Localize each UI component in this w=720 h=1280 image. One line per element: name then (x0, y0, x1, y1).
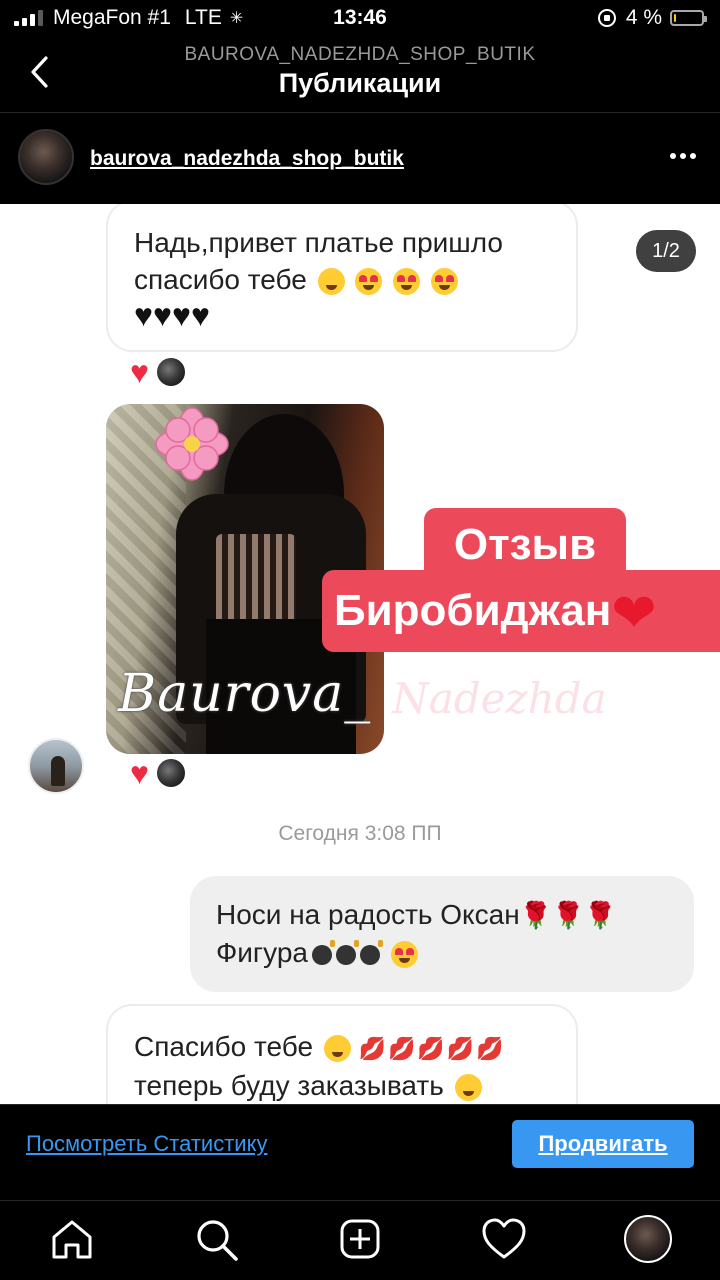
author-avatar[interactable] (18, 129, 74, 185)
message-bubble-outgoing: Носи на радость Оксан🌹🌹🌹 Фигура (190, 876, 694, 992)
heart-eyes-emoji-icon (355, 268, 383, 296)
heart-eyes-emoji-icon (430, 268, 458, 296)
new-post-icon[interactable] (336, 1215, 384, 1263)
carousel-counter: 1/2 (636, 230, 696, 272)
promote-button[interactable]: Продвигать (512, 1120, 694, 1168)
black-heart-emoji-icon: ♥ (153, 297, 172, 333)
reaction-row: ♥ (130, 356, 187, 388)
heart-reaction-icon: ♥ (130, 755, 149, 791)
sender-avatar (28, 738, 84, 794)
account-name-subtitle: BAUROVA_NADEZHDA_SHOP_BUTIK (184, 44, 536, 65)
post-header: baurova_nadezhda_shop_butik (0, 113, 720, 203)
reaction-row: ♥ (130, 757, 187, 789)
status-bar: MegaFon #1 LTE ✳ 13:46 4 % (0, 0, 720, 40)
post-image[interactable]: Надь,привет платье пришло спасибо тебе ♥… (0, 204, 720, 1104)
bomb-emoji-icon (311, 939, 335, 965)
more-options-icon[interactable] (670, 153, 696, 159)
author-username[interactable]: baurova_nadezhda_shop_butik (90, 147, 404, 171)
watermark-text: Baurova_ (118, 664, 372, 724)
search-icon[interactable] (192, 1215, 240, 1263)
battery-icon (670, 10, 707, 26)
message-text: Надь,привет платье пришло спасибо тебе ♥… (134, 227, 503, 333)
battery-percent: 4 % (625, 6, 662, 29)
reactor-avatar (155, 757, 187, 789)
view-insights-link[interactable]: Посмотреть Статистику (26, 1131, 267, 1157)
watermark-text-faded: Nadezhda (392, 674, 607, 723)
bomb-emoji-icon (335, 939, 359, 965)
black-heart-emoji-icon: ♥ (134, 297, 153, 333)
reactor-avatar (155, 356, 187, 388)
message-text: Носи на радость Оксан🌹🌹🌹 Фигура (216, 899, 617, 969)
nav-bar: BAUROVA_NADEZHDA_SHOP_BUTIK Публикации (0, 40, 720, 113)
rotation-lock-icon (597, 9, 616, 27)
heart-eyes-emoji-icon (393, 268, 421, 296)
promo-bar: Посмотреть Статистику Продвигать (0, 1104, 720, 1183)
review-tag: Отзыв (424, 508, 626, 582)
heart-eyes-emoji-icon (390, 941, 418, 969)
black-heart-emoji-icon: ♥ (172, 297, 191, 333)
heart-reaction-icon: ♥ (130, 354, 149, 390)
tab-bar (0, 1201, 720, 1280)
rose-emoji-icon: 🌹 (552, 900, 585, 930)
kiss-mark-emoji-icon: 💋💋💋💋💋 (358, 1036, 506, 1061)
message-timestamp: Сегодня 3:08 ПП (278, 822, 442, 845)
home-icon[interactable] (48, 1215, 96, 1263)
rose-emoji-icon: 🌹 (519, 900, 553, 930)
black-heart-emoji-icon: ♥ (191, 297, 210, 333)
profile-avatar[interactable] (624, 1215, 672, 1263)
message-bubble: Надь,привет платье пришло спасибо тебе ♥… (106, 204, 578, 352)
hugging-face-emoji-icon (317, 268, 345, 296)
hugging-face-emoji-icon (323, 1035, 351, 1063)
review-city-tag: Биробиджан❤ (322, 570, 720, 652)
bomb-emoji-icon (359, 939, 383, 965)
activity-heart-icon[interactable] (480, 1215, 528, 1263)
message-text: Спасибо тебе 💋💋💋💋💋 теперь буду заказыват… (134, 1031, 506, 1102)
message-bubble: Спасибо тебе 💋💋💋💋💋 теперь буду заказыват… (106, 1004, 578, 1104)
flower-sticker-icon (155, 407, 229, 481)
page-title: Публикации (278, 68, 442, 98)
rose-emoji-icon: 🌹 (584, 900, 617, 930)
hugging-face-emoji-icon (454, 1074, 482, 1102)
red-heart-emoji-icon: ❤ (611, 583, 657, 644)
